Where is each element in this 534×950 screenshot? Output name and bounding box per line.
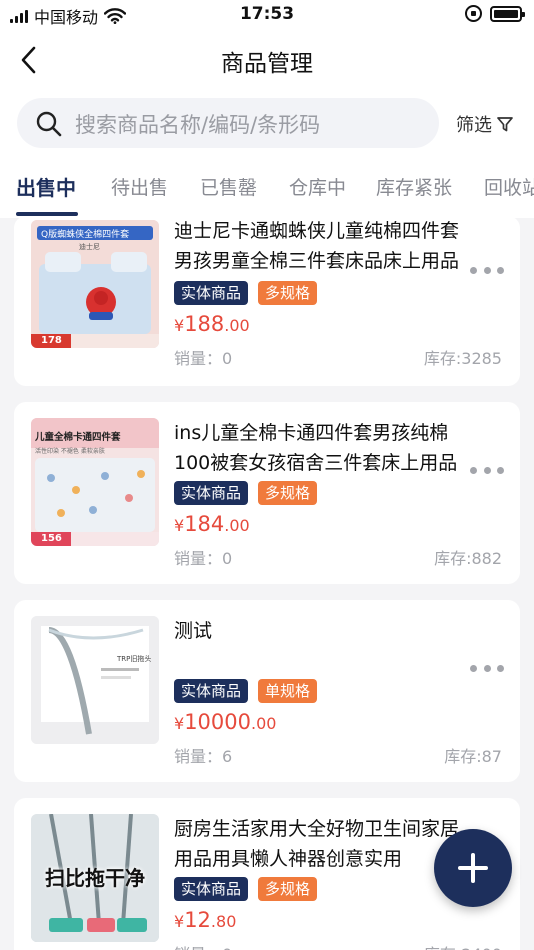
thumb-subtitle: 活性印染 不褪色 柔软亲肤 [35, 448, 105, 455]
page-title: 商品管理 [221, 51, 313, 77]
physical-goods-tag: 实体商品 [174, 281, 249, 305]
spec-tag: 多规格 [258, 481, 318, 505]
sales-count: 销量：6 [174, 747, 233, 766]
tab-pending-sale[interactable]: 待出售 [111, 173, 168, 200]
active-tab-indicator [16, 212, 78, 216]
spec-tag: 单规格 [258, 679, 318, 703]
search-icon [36, 111, 62, 137]
product-card[interactable]: 儿童全棉卡通四件套 活性印染 不褪色 柔软亲肤 156 ins儿童全棉卡通四件套… [14, 402, 520, 584]
stock-count: 库存:882 [434, 549, 502, 568]
status-bar: 中国移动 17:53 [0, 0, 534, 30]
status-right [465, 5, 525, 22]
product-title: ins儿童全棉卡通四件套男孩纯棉100被套女孩宿舍三件套床上用品 [174, 422, 458, 474]
battery-icon [490, 5, 525, 22]
product-price: ¥12.80 [174, 908, 237, 932]
navigation-bar: 商品管理 [0, 34, 534, 86]
tab-recycle-bin[interactable]: 回收站 [484, 173, 534, 200]
filter-label: 筛选 [456, 115, 492, 136]
thumb-corner-label: 178 [41, 335, 62, 346]
product-card[interactable]: TRP旧拖头 测试 实体商品 单规格 ¥10000.00 销量：6 库存:87 [14, 600, 520, 782]
filter-button[interactable]: 筛选 [456, 111, 514, 137]
stock-count: 库存:2400 [424, 941, 502, 950]
product-thumbnail: 儿童全棉卡通四件套 活性印染 不褪色 柔软亲肤 156 [31, 418, 159, 546]
product-thumbnail: 扫比拖干净 [31, 814, 159, 942]
spec-tag: 多规格 [258, 877, 318, 901]
thumb-banner: 儿童全棉卡通四件套 [35, 432, 121, 443]
physical-goods-tag: 实体商品 [174, 679, 249, 703]
product-thumbnail: TRP旧拖头 [31, 616, 159, 744]
search-placeholder: 搜索商品名称/编码/条形码 [75, 113, 321, 137]
product-price: ¥188.00 [174, 312, 250, 336]
stock-count: 库存:3285 [423, 349, 502, 368]
physical-goods-tag: 实体商品 [174, 481, 249, 505]
thumb-label: TRP旧拖头 [117, 655, 152, 663]
tab-low-stock[interactable]: 库存紧张 [376, 173, 452, 200]
add-product-button[interactable] [434, 829, 512, 907]
product-title: 测试 [174, 620, 213, 642]
more-options-button[interactable] [470, 260, 504, 280]
stock-count: 库存:87 [444, 747, 502, 766]
sales-count: 销量：0 [174, 549, 233, 568]
product-title: 迪士尼卡通蜘蛛侠儿童纯棉四件套男孩男童全棉三件套床品床上用品 [174, 220, 460, 272]
status-tabs: 出售中 待出售 已售罄 仓库中 库存紧张 回收站 [0, 168, 534, 218]
tab-on-sale[interactable]: 出售中 [16, 172, 76, 201]
thumb-banner: Q版蜘蛛侠全棉四件套 [41, 230, 130, 240]
spec-tag: 多规格 [258, 281, 318, 305]
thumb-corner-label: 156 [41, 533, 62, 544]
mop-image [31, 616, 159, 744]
product-title: 厨房生活家用大全好物卫生间家居用品用具懒人神器创意实用 [174, 818, 460, 870]
thumb-overlay-text: 扫比拖干净 [45, 866, 145, 890]
search-input[interactable]: 搜索商品名称/编码/条形码 [17, 98, 439, 148]
more-options-button[interactable] [470, 460, 504, 480]
product-price: ¥10000.00 [174, 710, 277, 734]
product-price: ¥184.00 [174, 512, 250, 536]
sales-count: 销量：0 [174, 941, 232, 950]
more-options-button[interactable] [470, 658, 504, 678]
tab-sold-out[interactable]: 已售罄 [200, 173, 257, 200]
thumb-subtitle: 迪士尼 [79, 243, 100, 251]
tab-warehouse[interactable]: 仓库中 [289, 173, 346, 200]
status-time: 17:53 [239, 4, 295, 24]
rotation-lock-icon [465, 5, 482, 22]
physical-goods-tag: 实体商品 [174, 877, 249, 901]
sales-count: 销量：0 [174, 349, 233, 368]
product-thumbnail: Q版蜘蛛侠全棉四件套 迪士尼 178 [31, 220, 159, 348]
product-card[interactable]: Q版蜘蛛侠全棉四件套 迪士尼 178 迪士尼卡通蜘蛛侠儿童纯棉四件套男孩男童全棉… [14, 218, 520, 386]
funnel-icon [497, 117, 513, 132]
